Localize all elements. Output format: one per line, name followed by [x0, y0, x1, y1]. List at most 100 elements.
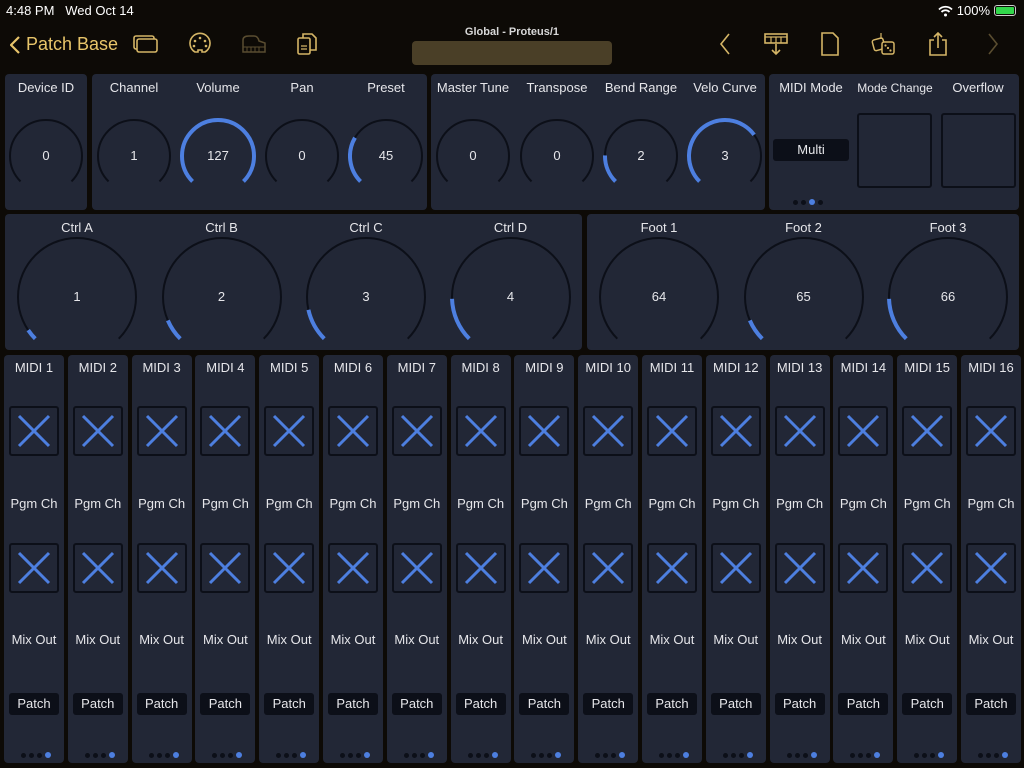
patch-button[interactable]: Patch	[902, 693, 953, 715]
pgm-ch-toggle[interactable]	[328, 406, 378, 456]
page-dot[interactable]	[348, 752, 353, 758]
page-indicator[interactable]	[914, 752, 945, 758]
page-dot[interactable]	[148, 752, 154, 758]
page-dot[interactable]	[938, 752, 945, 758]
page-dot[interactable]	[930, 752, 936, 758]
page-indicator[interactable]	[21, 752, 51, 758]
page-dot[interactable]	[595, 752, 601, 758]
velo-curve-knob[interactable]: 3	[687, 118, 763, 194]
page-dot[interactable]	[491, 752, 498, 758]
page-dot[interactable]	[922, 752, 928, 758]
page-dot[interactable]	[483, 752, 489, 758]
ctrl-a-knob[interactable]: 1	[16, 236, 138, 358]
page-dot[interactable]	[603, 752, 609, 758]
patch-button[interactable]: Patch	[72, 693, 123, 715]
patch-button[interactable]: Patch	[264, 693, 315, 715]
patch-button[interactable]: Patch	[328, 693, 378, 715]
patch-button[interactable]: Patch	[774, 693, 825, 715]
page-dot[interactable]	[172, 752, 179, 758]
windows-icon[interactable]	[132, 32, 160, 56]
page-indicator[interactable]	[84, 752, 115, 758]
page-dot[interactable]	[746, 752, 753, 758]
patch-button[interactable]: Patch	[647, 693, 697, 715]
page-dot[interactable]	[619, 752, 626, 758]
patch-button[interactable]: Patch	[519, 693, 570, 715]
mix-out-toggle[interactable]	[136, 543, 187, 593]
page-indicator[interactable]	[531, 752, 562, 758]
page-dot[interactable]	[467, 752, 473, 758]
ctrl-d-knob[interactable]: 4	[449, 236, 572, 358]
page-dot[interactable]	[801, 199, 806, 205]
pgm-ch-toggle[interactable]	[966, 406, 1016, 456]
pgm-ch-toggle[interactable]	[264, 406, 315, 456]
page-dot[interactable]	[794, 752, 800, 758]
page-dot[interactable]	[978, 752, 983, 758]
mix-out-toggle[interactable]	[519, 543, 570, 593]
page-dot[interactable]	[874, 752, 881, 758]
page-indicator[interactable]	[276, 752, 307, 758]
ctrl-b-knob[interactable]: 2	[161, 236, 283, 358]
page-indicator[interactable]	[786, 752, 817, 758]
pgm-ch-toggle[interactable]	[647, 406, 697, 456]
page-dot[interactable]	[667, 752, 672, 758]
page-dot[interactable]	[364, 752, 370, 758]
channel-knob[interactable]: 1	[96, 118, 172, 194]
page-dot[interactable]	[29, 752, 34, 758]
mix-out-toggle[interactable]	[391, 543, 442, 593]
mix-out-toggle[interactable]	[264, 543, 315, 593]
overflow-toggle[interactable]	[941, 113, 1016, 188]
page-dot[interactable]	[84, 752, 90, 758]
mix-out-toggle[interactable]	[710, 543, 761, 593]
page-indicator[interactable]	[722, 752, 753, 758]
midi-mode-selector[interactable]: Multi	[773, 139, 849, 161]
page-dot[interactable]	[786, 752, 792, 758]
patch-button[interactable]: Patch	[583, 693, 634, 715]
new-document-icon[interactable]	[816, 32, 844, 56]
patch-button[interactable]: Patch	[966, 693, 1016, 715]
copy-icon[interactable]	[294, 32, 322, 56]
pgm-ch-toggle[interactable]	[774, 406, 825, 456]
randomize-dice-icon[interactable]	[870, 32, 898, 56]
mix-out-toggle[interactable]	[583, 543, 634, 593]
page-indicator[interactable]	[659, 752, 689, 758]
patch-button[interactable]: Patch	[838, 693, 889, 715]
pgm-ch-toggle[interactable]	[72, 406, 123, 456]
page-dot[interactable]	[810, 752, 817, 758]
page-dot[interactable]	[228, 752, 234, 758]
patch-button[interactable]: Patch	[200, 693, 251, 715]
mix-out-toggle[interactable]	[966, 543, 1016, 593]
page-dot[interactable]	[818, 199, 823, 205]
previous-patch-button[interactable]	[712, 32, 740, 56]
page-dot[interactable]	[547, 752, 553, 758]
next-patch-button[interactable]	[980, 32, 1008, 56]
pgm-ch-toggle[interactable]	[391, 406, 442, 456]
foot-2-knob[interactable]: 65	[743, 236, 865, 358]
mix-out-toggle[interactable]	[774, 543, 825, 593]
page-dot[interactable]	[164, 752, 170, 758]
page-indicator[interactable]	[403, 752, 434, 758]
page-dot[interactable]	[730, 752, 736, 758]
page-indicator[interactable]	[212, 752, 243, 758]
patch-button[interactable]: Patch	[455, 693, 506, 715]
page-dot[interactable]	[555, 752, 562, 758]
keyboard-icon[interactable]	[240, 32, 268, 56]
foot-1-knob[interactable]: 64	[598, 236, 720, 358]
patch-button[interactable]: Patch	[136, 693, 187, 715]
page-indicator[interactable]	[340, 752, 370, 758]
page-dot[interactable]	[356, 752, 361, 758]
page-indicator[interactable]	[978, 752, 1008, 758]
page-dot[interactable]	[100, 752, 106, 758]
mix-out-toggle[interactable]	[200, 543, 251, 593]
page-dot[interactable]	[156, 752, 162, 758]
page-dot[interactable]	[1002, 752, 1008, 758]
page-indicator[interactable]	[850, 752, 881, 758]
page-dot[interactable]	[220, 752, 226, 758]
patch-button[interactable]: Patch	[710, 693, 761, 715]
pan-knob[interactable]: 0	[264, 118, 340, 194]
page-dot[interactable]	[236, 752, 243, 758]
mode-change-toggle[interactable]	[857, 113, 932, 188]
mix-out-toggle[interactable]	[328, 543, 378, 593]
page-dot[interactable]	[45, 752, 51, 758]
page-dot[interactable]	[475, 752, 481, 758]
page-indicator[interactable]	[467, 752, 498, 758]
